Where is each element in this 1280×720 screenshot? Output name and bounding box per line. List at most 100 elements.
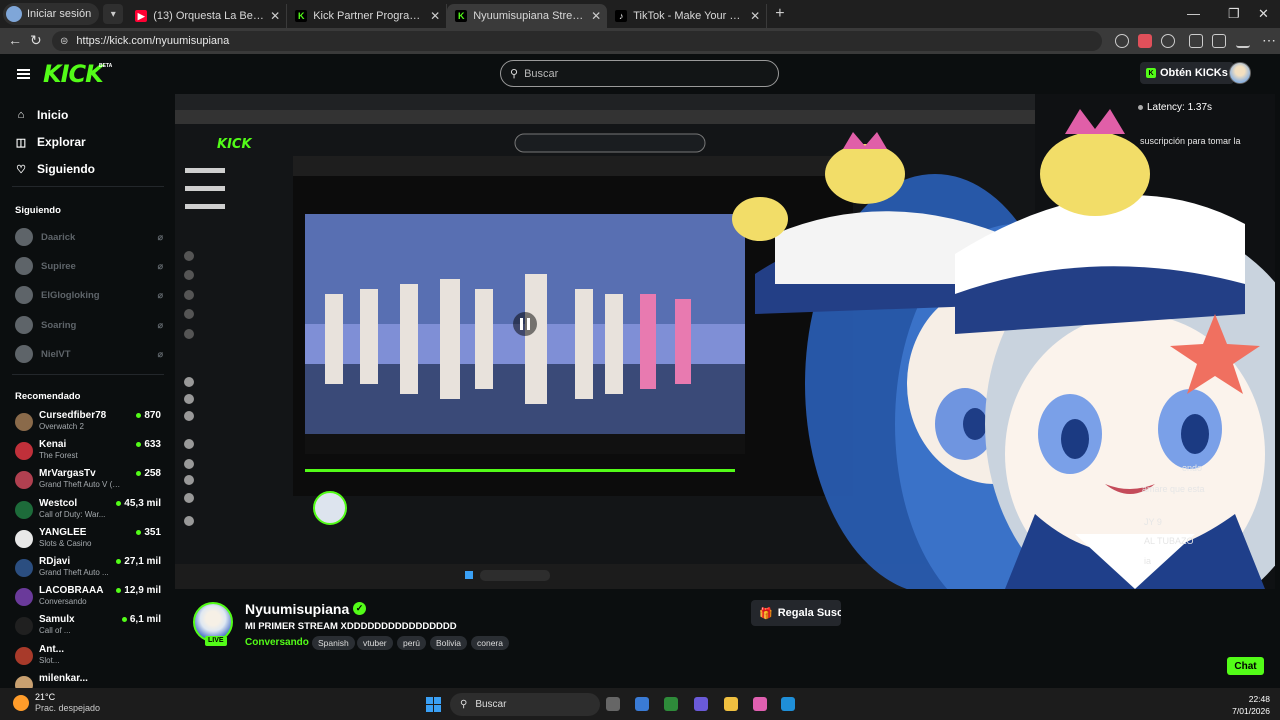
viewer-count: 27,1 mil [116,556,161,567]
windows-start-icon[interactable] [426,697,441,712]
url-field[interactable]: ⊜ https://kick.com/nyuumisupiana [52,31,1102,51]
weather-widget[interactable]: 21°C Prac. despejado [13,692,100,714]
recommended-channel[interactable]: LACOBRAAA Conversando 12,9 mil [15,585,163,611]
download-icon[interactable] [1236,34,1250,48]
profile-button[interactable]: Iniciar sesión [3,3,100,25]
search-input[interactable]: ⚲ Buscar [500,60,779,87]
recommended-channel[interactable]: Samulx Call of ... 6,1 mil [15,614,163,640]
followed-channel[interactable]: Soaring ⌀ [15,315,163,335]
user-avatar[interactable] [1229,62,1251,84]
minimize-icon[interactable]: — [1187,6,1200,21]
close-tab-icon[interactable]: ✕ [591,9,601,23]
recommended-channel[interactable]: MrVargasTv Grand Theft Auto V (G... 258 [15,468,163,494]
followed-channel[interactable]: Supiree ⌀ [15,256,163,276]
avatar [15,257,33,275]
channel-name: NielVT [41,348,71,360]
more-menu-icon[interactable]: ⋯ [1262,32,1276,49]
app-icon[interactable] [753,697,767,711]
profile-avatar-icon [6,6,22,22]
followed-channel[interactable]: NielVT ⌀ [15,344,163,364]
temperature: 21°C [35,692,56,702]
get-kicks-button[interactable]: K Obtén KICKs [1140,62,1234,84]
browser-tab-strip: Iniciar sesión ▾ ▶ (13) Orquesta La Bell… [0,0,1280,28]
kick-logo[interactable]: KICK [43,60,104,88]
channel-name: Samulx [39,614,75,626]
close-tab-icon[interactable]: ✕ [430,9,440,23]
task-view-icon[interactable] [606,697,620,711]
sidebar-item-explorar[interactable]: ◫ Explorar [15,135,86,149]
kick-icon: K [295,10,308,22]
tag[interactable]: conera [471,636,509,650]
channel-name: LACOBRAAA [39,585,104,597]
system-clock[interactable]: 22:48 7/01/2026 [1225,693,1270,717]
recommended-channel[interactable]: Cursedfiber78 Overwatch 2 870 [15,410,163,436]
back-icon[interactable]: ← [8,32,22,48]
channel-category: Conversando [39,597,87,607]
channel-name[interactable]: Nyuumisupiana [245,601,349,617]
get-kicks-label: Obtén KICKs [1160,67,1228,79]
browser-tab[interactable]: K Kick Partner Program - Kick Dashb ✕ [287,4,448,28]
taskbar-search[interactable]: ⚲ Buscar [450,693,600,716]
tag[interactable]: perú [397,636,427,650]
chat-message: JY 9 [1144,517,1162,527]
tag[interactable]: Bolivia [430,636,468,650]
followed-channel[interactable]: ElGlogloking ⌀ [15,285,163,305]
latency-indicator: Latency: 1.37s [1138,102,1212,113]
weather-condition: Prac. despejado [35,703,101,713]
offline-icon: ⌀ [157,289,163,300]
avatar [15,413,33,431]
followed-channel[interactable]: Daarick ⌀ [15,227,163,247]
recommended-channel[interactable]: Kenai The Forest 633 [15,439,163,465]
divider [12,186,164,187]
reload-icon[interactable]: ↻ [30,32,42,49]
viewer-count: 870 [136,410,161,421]
file-explorer-icon[interactable] [724,697,738,711]
gift-subscription-button[interactable]: 🎁 Regala Suscr [751,600,841,626]
recommended-channel[interactable]: RDjavi Grand Theft Auto ... 27,1 mil [15,556,163,582]
browser-tab-active[interactable]: K Nyuumisupiana Stream - Watch Li ✕ [447,4,608,28]
avatar [15,559,33,577]
new-tab-icon[interactable]: + [775,5,784,23]
address-bar-row: ← ↻ ⊜ https://kick.com/nyuumisupiana ⋯ [0,28,1280,54]
send-chat-button[interactable]: Chat [1227,657,1264,675]
close-tab-icon[interactable]: ✕ [750,9,760,23]
extension-icon[interactable] [1138,34,1152,48]
sun-icon [13,695,29,711]
sidebar-item-siguiendo[interactable]: ♡ Siguiendo [15,162,95,176]
extensions-icon[interactable] [1161,34,1175,48]
live-badge: LIVE [205,636,227,646]
menu-icon[interactable] [17,69,30,79]
split-screen-icon[interactable] [1189,34,1203,48]
minecraft-icon[interactable] [664,697,678,711]
tag[interactable]: vtuber [357,636,393,650]
maximize-icon[interactable]: ❐ [1228,6,1240,22]
channel-name: Ant... [39,643,64,655]
channel-category: Slot... [39,655,60,665]
sidebar-item-inicio[interactable]: ⌂ Inicio [15,108,69,122]
close-window-icon[interactable]: ✕ [1258,6,1269,22]
close-tab-icon[interactable]: ✕ [270,9,280,23]
recommended-channel[interactable]: YANGLEE Slots & Casino 351 [15,527,163,553]
recommended-channel[interactable]: Westcol Call of Duty: War... 45,3 mil [15,498,163,524]
edge-icon[interactable] [781,697,795,711]
channel-name: Daarick [41,231,76,243]
os-taskbar: 21°C Prac. despejado ⚲ Buscar 22:48 7/01… [0,688,1280,720]
site-info-icon[interactable]: ⊜ [60,36,68,47]
favorites-icon[interactable] [1212,34,1226,48]
browser-tab[interactable]: ▶ (13) Orquesta La Bella Luz - Dame ✕ [127,4,288,28]
stream-category[interactable]: Conversando [245,637,309,648]
video-player[interactable]: KICK [175,94,1275,589]
channel-category: Grand Theft Auto V (G... [39,480,121,490]
recommended-channel[interactable]: Ant... Slot... [15,644,163,670]
tag[interactable]: Spanish [312,636,355,650]
favorite-star-icon[interactable] [1115,34,1129,48]
tab-label: Kick Partner Program - Kick Dashb [313,10,424,22]
copilot-icon[interactable] [694,697,708,711]
tab-search-menu-icon[interactable]: ▾ [103,4,124,24]
search-icon: ⚲ [460,699,468,710]
viewer-count: 12,9 mil [116,585,161,596]
channel-name: Cursedfiber78 [39,410,107,421]
store-icon[interactable] [635,697,649,711]
channel-name: Westcol [39,497,78,509]
browser-tab[interactable]: ♪ TikTok - Make Your Day ✕ [607,4,768,28]
